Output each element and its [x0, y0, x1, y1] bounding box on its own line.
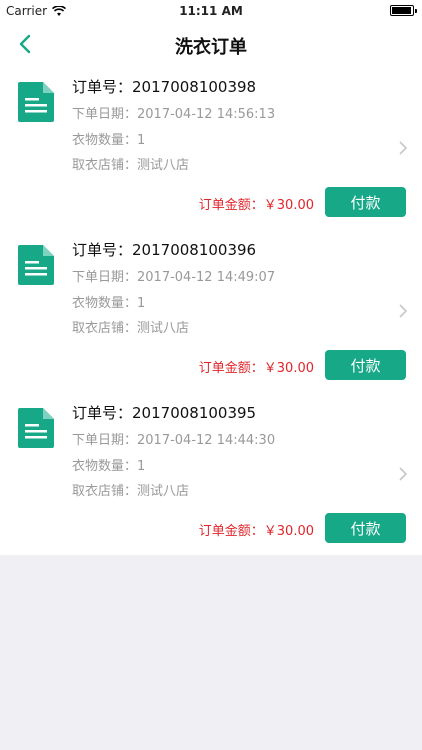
- pickup-store: 取衣店铺：测试八店: [72, 484, 190, 499]
- document-icon: [18, 245, 54, 285]
- item-quantity: 衣物数量：1: [72, 133, 146, 148]
- order-number: 订单号：2017008100395: [72, 404, 257, 422]
- pay-button[interactable]: 付款: [325, 513, 406, 543]
- order-amount: 订单金额：￥30.00: [198, 361, 314, 376]
- order-list: 订单号：2017008100398 下单日期：2017-04-12 14:56:…: [0, 66, 422, 555]
- order-card[interactable]: 订单号：2017008100398 下单日期：2017-04-12 14:56:…: [0, 66, 422, 229]
- page-title: 洗衣订单: [175, 37, 247, 58]
- chevron-right-icon: [399, 141, 408, 155]
- order-number: 订单号：2017008100396: [72, 241, 257, 259]
- chevron-right-icon: [399, 304, 408, 318]
- order-amount: 订单金额：￥30.00: [198, 198, 314, 213]
- chevron-right-icon: [399, 467, 408, 481]
- order-date: 下单日期：2017-04-12 14:44:30: [72, 433, 276, 448]
- pay-button[interactable]: 付款: [325, 350, 406, 380]
- item-quantity: 衣物数量：1: [72, 459, 146, 474]
- battery-icon: [390, 5, 417, 16]
- status-time: 11:11 AM: [179, 4, 243, 18]
- order-date: 下单日期：2017-04-12 14:56:13: [72, 107, 276, 122]
- document-icon: [18, 408, 54, 448]
- document-icon: [18, 82, 54, 122]
- order-amount: 订单金额：￥30.00: [198, 524, 314, 539]
- order-card[interactable]: 订单号：2017008100396 下单日期：2017-04-12 14:49:…: [0, 229, 422, 392]
- pay-button[interactable]: 付款: [325, 187, 406, 217]
- pickup-store: 取衣店铺：测试八店: [72, 158, 190, 173]
- order-number: 订单号：2017008100398: [72, 78, 257, 96]
- order-date: 下单日期：2017-04-12 14:49:07: [72, 270, 276, 285]
- pickup-store: 取衣店铺：测试八店: [72, 321, 190, 336]
- order-card[interactable]: 订单号：2017008100395 下单日期：2017-04-12 14:44:…: [0, 392, 422, 555]
- nav-bar: 洗衣订单: [0, 22, 422, 66]
- status-bar: Carrier 11:11 AM: [0, 0, 422, 22]
- item-quantity: 衣物数量：1: [72, 296, 146, 311]
